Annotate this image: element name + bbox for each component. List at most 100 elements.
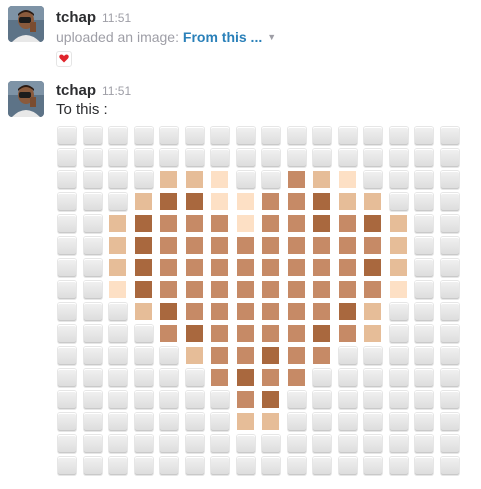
emoji-cell: [185, 369, 204, 387]
emoji-cell: [364, 391, 382, 409]
emoji-cell: [185, 457, 204, 475]
emoji-cell: [211, 171, 228, 188]
emoji-cell: [287, 369, 305, 386]
emoji-cell: [262, 435, 280, 453]
emoji-cell: [440, 413, 459, 431]
emoji-cell: [389, 259, 407, 276]
emoji-cell: [313, 435, 331, 453]
emoji-cell: [134, 435, 153, 453]
emoji-cell: [415, 435, 433, 453]
timestamp[interactable]: 11:51: [102, 11, 131, 25]
emoji-cell: [185, 281, 203, 298]
emoji-cell: [364, 281, 381, 298]
emoji-cell: [185, 259, 203, 276]
emoji-cell: [236, 457, 255, 475]
emoji-cell: [262, 215, 279, 232]
emoji-cell: [109, 193, 127, 211]
emoji-cell: [109, 149, 127, 167]
emoji-cell: [262, 149, 280, 167]
emoji-cell: [313, 457, 331, 475]
emoji-cell: [262, 281, 279, 298]
emoji-cell: [287, 259, 305, 276]
emoji-cell: [83, 171, 102, 189]
message-text: To this :: [56, 101, 108, 118]
emoji-cell: [389, 127, 408, 145]
emoji-cell: [415, 369, 433, 387]
emoji-cell: [236, 413, 254, 430]
emoji-cell: [109, 457, 127, 475]
avatar[interactable]: [8, 81, 44, 117]
emoji-cell: [185, 149, 204, 167]
emoji-cell: [389, 369, 408, 387]
emoji-cell: [338, 127, 357, 145]
emoji-cell: [440, 259, 459, 277]
emoji-cell: [389, 413, 408, 431]
file-link[interactable]: From this ...: [183, 29, 262, 45]
emoji-cell: [287, 435, 306, 453]
emoji-cell: [262, 303, 279, 320]
emoji-cell: [338, 347, 357, 365]
emoji-cell: [262, 369, 279, 386]
emoji-cell: [185, 325, 203, 342]
emoji-cell: [236, 325, 254, 342]
emoji-cell: [134, 325, 153, 343]
avatar[interactable]: [8, 6, 44, 42]
emoji-heart-grid: [56, 125, 466, 477]
emoji-cell: [58, 281, 76, 299]
emoji-cell: [262, 171, 280, 189]
emoji-cell: [160, 435, 178, 453]
emoji-cell: [134, 215, 152, 232]
chevron-down-icon[interactable]: ▼: [267, 32, 276, 42]
emoji-cell: [287, 215, 305, 232]
emoji-cell: [287, 325, 305, 342]
emoji-cell: [338, 435, 357, 453]
emoji-cell: [58, 457, 76, 475]
emoji-cell: [134, 127, 153, 145]
emoji-cell: [160, 127, 178, 145]
emoji-cell: [262, 127, 280, 145]
emoji-cell: [415, 215, 433, 233]
emoji-cell: [440, 457, 459, 475]
emoji-cell: [134, 237, 152, 254]
emoji-cell: [364, 325, 381, 342]
emoji-cell: [211, 237, 228, 254]
timestamp[interactable]: 11:51: [102, 84, 131, 98]
emoji-cell: [58, 435, 76, 453]
emoji-cell: [58, 237, 76, 255]
emoji-cell: [262, 193, 279, 210]
emoji-cell: [83, 457, 102, 475]
username[interactable]: tchap: [56, 9, 96, 26]
emoji-cell: [389, 237, 407, 254]
emoji-cell: [185, 215, 203, 232]
emoji-cell: [134, 391, 153, 409]
upload-line: uploaded an image: From this ... ▼: [56, 29, 276, 45]
emoji-cell: [313, 391, 331, 409]
emoji-cell: [134, 171, 153, 189]
emoji-cell: [287, 237, 305, 254]
emoji-cell: [287, 347, 305, 364]
emoji-cell: [313, 215, 330, 232]
emoji-cell: [389, 149, 408, 167]
emoji-cell: [109, 325, 127, 343]
username[interactable]: tchap: [56, 82, 96, 99]
emoji-cell: [389, 215, 407, 232]
emoji-cell: [313, 281, 330, 298]
emoji-cell: [211, 391, 229, 409]
emoji-cell: [211, 303, 228, 320]
emoji-cell: [83, 127, 102, 145]
emoji-cell: [236, 127, 255, 145]
emoji-cell: [211, 259, 228, 276]
emoji-cell: [83, 413, 102, 431]
emoji-cell: [58, 171, 76, 189]
emoji-cell: [262, 413, 279, 430]
emoji-cell: [134, 193, 152, 210]
upload-action-text: uploaded an image:: [56, 29, 179, 45]
emoji-cell: [440, 325, 459, 343]
emoji-cell: [83, 325, 102, 343]
emoji-cell: [389, 391, 408, 409]
emoji-cell: [364, 149, 382, 167]
reaction-heart[interactable]: [56, 51, 72, 67]
emoji-cell: [109, 347, 127, 365]
emoji-cell: [287, 281, 305, 298]
emoji-cell: [160, 259, 177, 276]
